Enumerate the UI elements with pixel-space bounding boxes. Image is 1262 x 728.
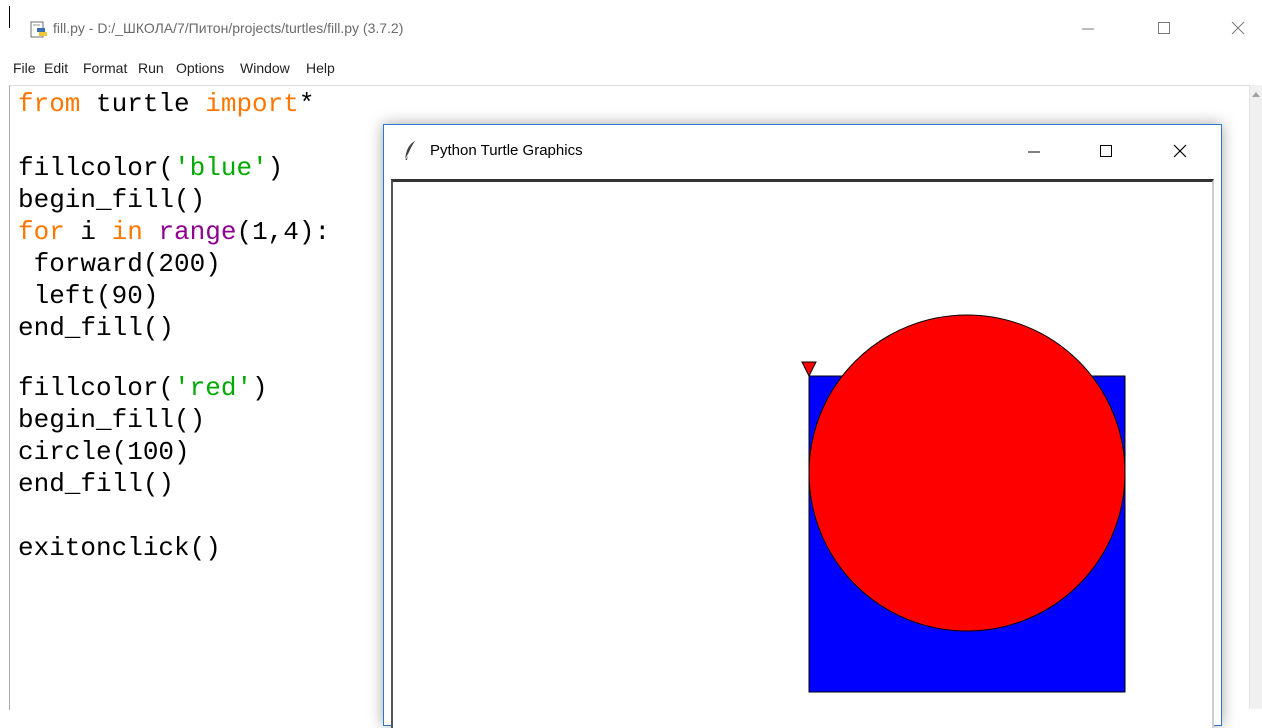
- builtin-range: range: [158, 217, 237, 247]
- turtle-minimize-button[interactable]: [1014, 135, 1054, 167]
- code-line-15: exitonclick(): [18, 533, 221, 563]
- code-line-3: fillcolor('blue'): [18, 152, 283, 184]
- turtle-arrow-cursor: [801, 361, 817, 378]
- idle-window-title: fill.py - D:/_ШКОЛА/7/Питон/projects/tur…: [53, 20, 404, 36]
- maximize-icon: [1158, 22, 1170, 34]
- code-text: turtle: [80, 89, 206, 119]
- turtle-canvas[interactable]: [391, 179, 1214, 728]
- keyword-import: import: [205, 89, 299, 119]
- idle-close-button[interactable]: [1220, 12, 1256, 44]
- string-literal: 'red': [174, 373, 253, 403]
- menu-help[interactable]: Help: [306, 60, 335, 76]
- minimize-icon: [1082, 28, 1094, 30]
- code-line-12: circle(100): [18, 437, 190, 467]
- code-line-8: end_fill(): [18, 313, 175, 343]
- idle-maximize-button[interactable]: [1146, 12, 1182, 44]
- turtle-maximize-button[interactable]: [1086, 135, 1126, 167]
- menu-format[interactable]: Format: [83, 60, 127, 76]
- turtle-graphics-window: Python Turtle Graphics: [383, 124, 1222, 728]
- code-line-4: begin_fill(): [18, 185, 206, 215]
- code-text: fillcolor(: [18, 373, 175, 403]
- close-icon: [1231, 21, 1245, 35]
- feather-icon: [404, 141, 415, 161]
- string-literal: 'blue': [174, 153, 268, 183]
- code-text: i: [64, 217, 112, 247]
- code-line-5: for i in range(1,4):: [18, 216, 330, 248]
- code-line-13: end_fill(): [18, 469, 175, 499]
- menu-file[interactable]: File: [13, 60, 36, 76]
- menu-options[interactable]: Options: [176, 60, 224, 76]
- menu-run[interactable]: Run: [138, 60, 164, 76]
- menu-window[interactable]: Window: [240, 60, 290, 76]
- code-text: fillcolor(: [18, 153, 175, 183]
- minimize-icon: [1028, 151, 1040, 153]
- keyword-from: from: [18, 89, 81, 119]
- code-line-10: fillcolor('red'): [18, 372, 268, 404]
- code-line-11: begin_fill(): [18, 405, 206, 435]
- close-icon: [1173, 144, 1187, 158]
- menu-edit[interactable]: Edit: [44, 60, 68, 76]
- python-file-icon: [30, 21, 47, 38]
- code-line-7: left(90): [18, 281, 159, 311]
- idle-minimize-button[interactable]: [1070, 12, 1106, 44]
- code-text: ): [252, 373, 268, 403]
- window-edge-line: [9, 6, 10, 28]
- maximize-icon: [1100, 145, 1112, 157]
- turtle-drawing: [801, 314, 1126, 693]
- code-line-1: from turtle import*: [18, 88, 314, 120]
- code-line-6: forward(200): [18, 249, 221, 279]
- code-text: (1,4):: [236, 217, 331, 247]
- keyword-for: for: [18, 217, 65, 247]
- turtle-window-title: Python Turtle Graphics: [430, 142, 583, 159]
- editor-scrollbar[interactable]: [1249, 85, 1262, 709]
- scroll-up-icon[interactable]: [1252, 92, 1260, 97]
- code-text: ): [267, 153, 284, 183]
- red-filled-circle: [808, 314, 1126, 632]
- code-text: *: [298, 89, 315, 119]
- turtle-close-button[interactable]: [1160, 135, 1200, 167]
- keyword-in: in: [111, 217, 143, 247]
